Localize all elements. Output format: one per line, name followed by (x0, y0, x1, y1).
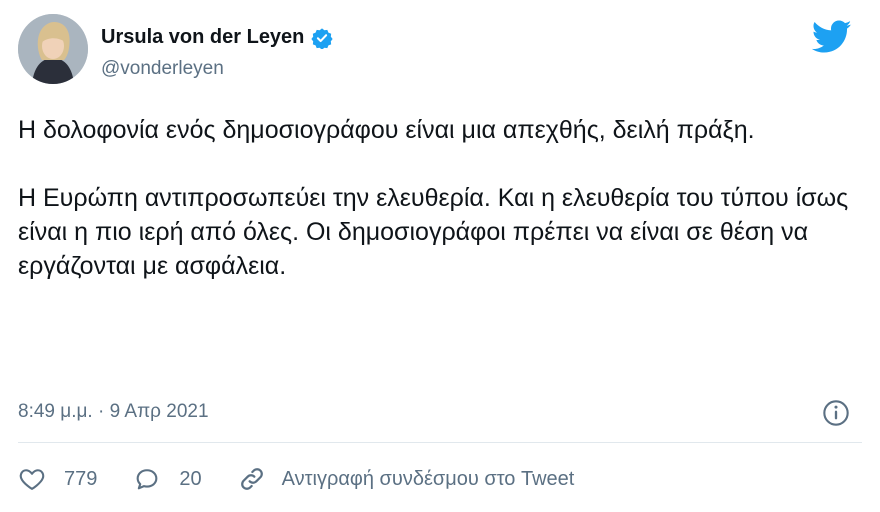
reply-count: 20 (179, 467, 202, 490)
reply-bubble-icon (136, 469, 158, 490)
like-button[interactable]: 779 (18, 465, 97, 493)
tweet-paragraph: Η δολοφονία ενός δημοσιογράφου είναι μια… (18, 116, 755, 144)
copy-link-label: Αντιγραφή συνδέσμου στο Tweet (281, 467, 575, 490)
verified-badge-icon (311, 27, 334, 50)
divider (18, 442, 862, 443)
author-row: Ursula von der Leyen (101, 26, 334, 50)
reply-button[interactable]: 20 (133, 465, 202, 493)
heart-icon (19, 469, 45, 490)
info-icon[interactable] (822, 399, 850, 427)
avatar[interactable] (18, 14, 88, 84)
tweet-text: Η δολοφονία ενός δημοσιογράφου είναι μια… (18, 113, 858, 283)
tweet-timestamp[interactable]: 8:49 μ.μ. · 9 Απρ 2021 (18, 401, 209, 423)
tweet-card: Ursula von der Leyen @vonderleyen Η δολο… (0, 0, 880, 512)
tweet-paragraph: Η Ευρώπη αντιπροσωπεύει την ελευθερία. Κ… (18, 184, 849, 280)
copy-link-button[interactable]: Αντιγραφή συνδέσμου στο Tweet (238, 465, 575, 493)
tweet-actions: 779 20 Αντιγραφή συνδέσμου στο Tweet (18, 465, 574, 493)
avatar-image (18, 14, 88, 84)
twitter-bird-icon[interactable] (811, 20, 852, 54)
like-count: 779 (64, 467, 98, 490)
author-handle[interactable]: @vonderleyen (101, 58, 224, 80)
link-icon (240, 468, 263, 490)
author-name[interactable]: Ursula von der Leyen (101, 26, 304, 49)
